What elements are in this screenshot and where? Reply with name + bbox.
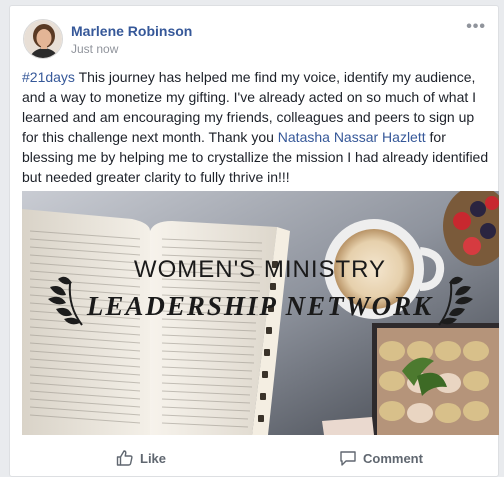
post-actions: Like Comment — [10, 439, 498, 477]
avatar[interactable] — [23, 19, 63, 59]
image-title-line-1: WOMEN'S MINISTRY — [134, 256, 386, 283]
post-image[interactable]: WOMEN'S MINISTRY LEADERSHIP NETWORK — [22, 191, 499, 435]
hashtag-link[interactable]: #21days — [22, 69, 75, 85]
more-options-icon[interactable]: ••• — [466, 18, 486, 36]
post-card: Marlene Robinson Just now ••• #21days Th… — [9, 5, 499, 477]
like-icon — [116, 449, 134, 467]
comment-button[interactable]: Comment — [339, 449, 423, 467]
bible-illustration — [22, 209, 290, 435]
comment-icon — [339, 449, 357, 467]
post-text: #21days This journey has helped me find … — [22, 67, 490, 187]
like-button[interactable]: Like — [116, 449, 166, 467]
like-label: Like — [140, 450, 167, 466]
comment-label: Comment — [363, 450, 423, 466]
post-timestamp[interactable]: Just now — [71, 42, 118, 56]
author-name[interactable]: Marlene Robinson — [71, 23, 192, 39]
mention-link[interactable]: Natasha Nassar Hazlett — [278, 129, 426, 145]
image-title-line-2: LEADERSHIP NETWORK — [86, 291, 433, 321]
avatar-image — [24, 20, 62, 58]
